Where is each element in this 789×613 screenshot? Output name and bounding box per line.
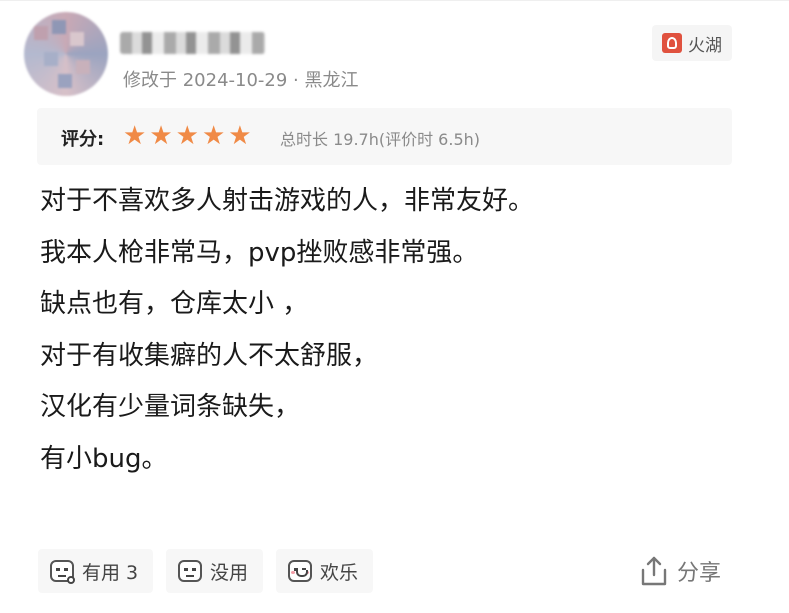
review-line: 缺点也有，仓库太小 ，: [40, 289, 309, 319]
star-icon: ★: [228, 121, 252, 151]
star-icon: ★: [123, 121, 147, 151]
review-line: 汉化有少量词条缺失，: [40, 392, 301, 422]
review-line: 有小bug。: [40, 443, 168, 474]
review-meta: 修改于 2024-10-29 · 黑龙江: [123, 70, 359, 91]
playtime: 总时长 19.7h(评价时 6.5h): [280, 130, 481, 149]
avatar-pixel: [58, 74, 72, 88]
username[interactable]: [120, 32, 265, 54]
review-line: 对于不喜欢多人射击游戏的人，非常友好。: [40, 186, 535, 216]
useful-label: 有用 3: [82, 561, 139, 584]
useless-button[interactable]: 没用: [166, 549, 263, 593]
useless-label: 没用: [210, 561, 249, 584]
rating-bar: 评分: ★ ★ ★ ★ ★ 总时长 19.7h(评价时 6.5h): [37, 108, 732, 165]
fire-icon: [662, 33, 682, 53]
avatar-pixel: [44, 52, 58, 66]
review-line: 我本人枪非常马，pvp挫败感非常强。: [40, 237, 479, 268]
avatar-pixel: [34, 26, 48, 40]
star-rating: ★ ★ ★ ★ ★: [123, 121, 252, 151]
funny-button[interactable]: 欢乐: [276, 549, 373, 593]
avatar-pixel: [76, 60, 90, 74]
share-icon: [641, 556, 667, 586]
rating-label: 评分:: [61, 129, 105, 150]
review-line: 对于有收集癖的人不太舒服，: [40, 340, 379, 371]
platform-label: 火湖: [688, 35, 722, 56]
funny-label: 欢乐: [320, 561, 359, 584]
star-icon: ★: [149, 121, 173, 151]
laugh-face-icon: [50, 560, 75, 584]
review-text: 对于不喜欢多人射击游戏的人，非常友好。 我本人枪非常马，pvp挫败感非常强。 缺…: [40, 176, 740, 485]
avatar-pixel: [70, 32, 84, 46]
avatar[interactable]: [24, 12, 108, 96]
share-label: 分享: [677, 561, 722, 586]
star-icon: ★: [201, 121, 226, 151]
top-divider: [0, 0, 789, 1]
smile-face-icon: [288, 560, 312, 582]
star-icon: ★: [175, 121, 199, 151]
avatar-pixel: [52, 20, 66, 34]
neutral-face-icon: [178, 560, 202, 582]
share-button[interactable]: 分享: [641, 555, 721, 587]
platform-badge[interactable]: 火湖: [652, 25, 732, 61]
useful-button[interactable]: 有用 3: [38, 549, 153, 593]
